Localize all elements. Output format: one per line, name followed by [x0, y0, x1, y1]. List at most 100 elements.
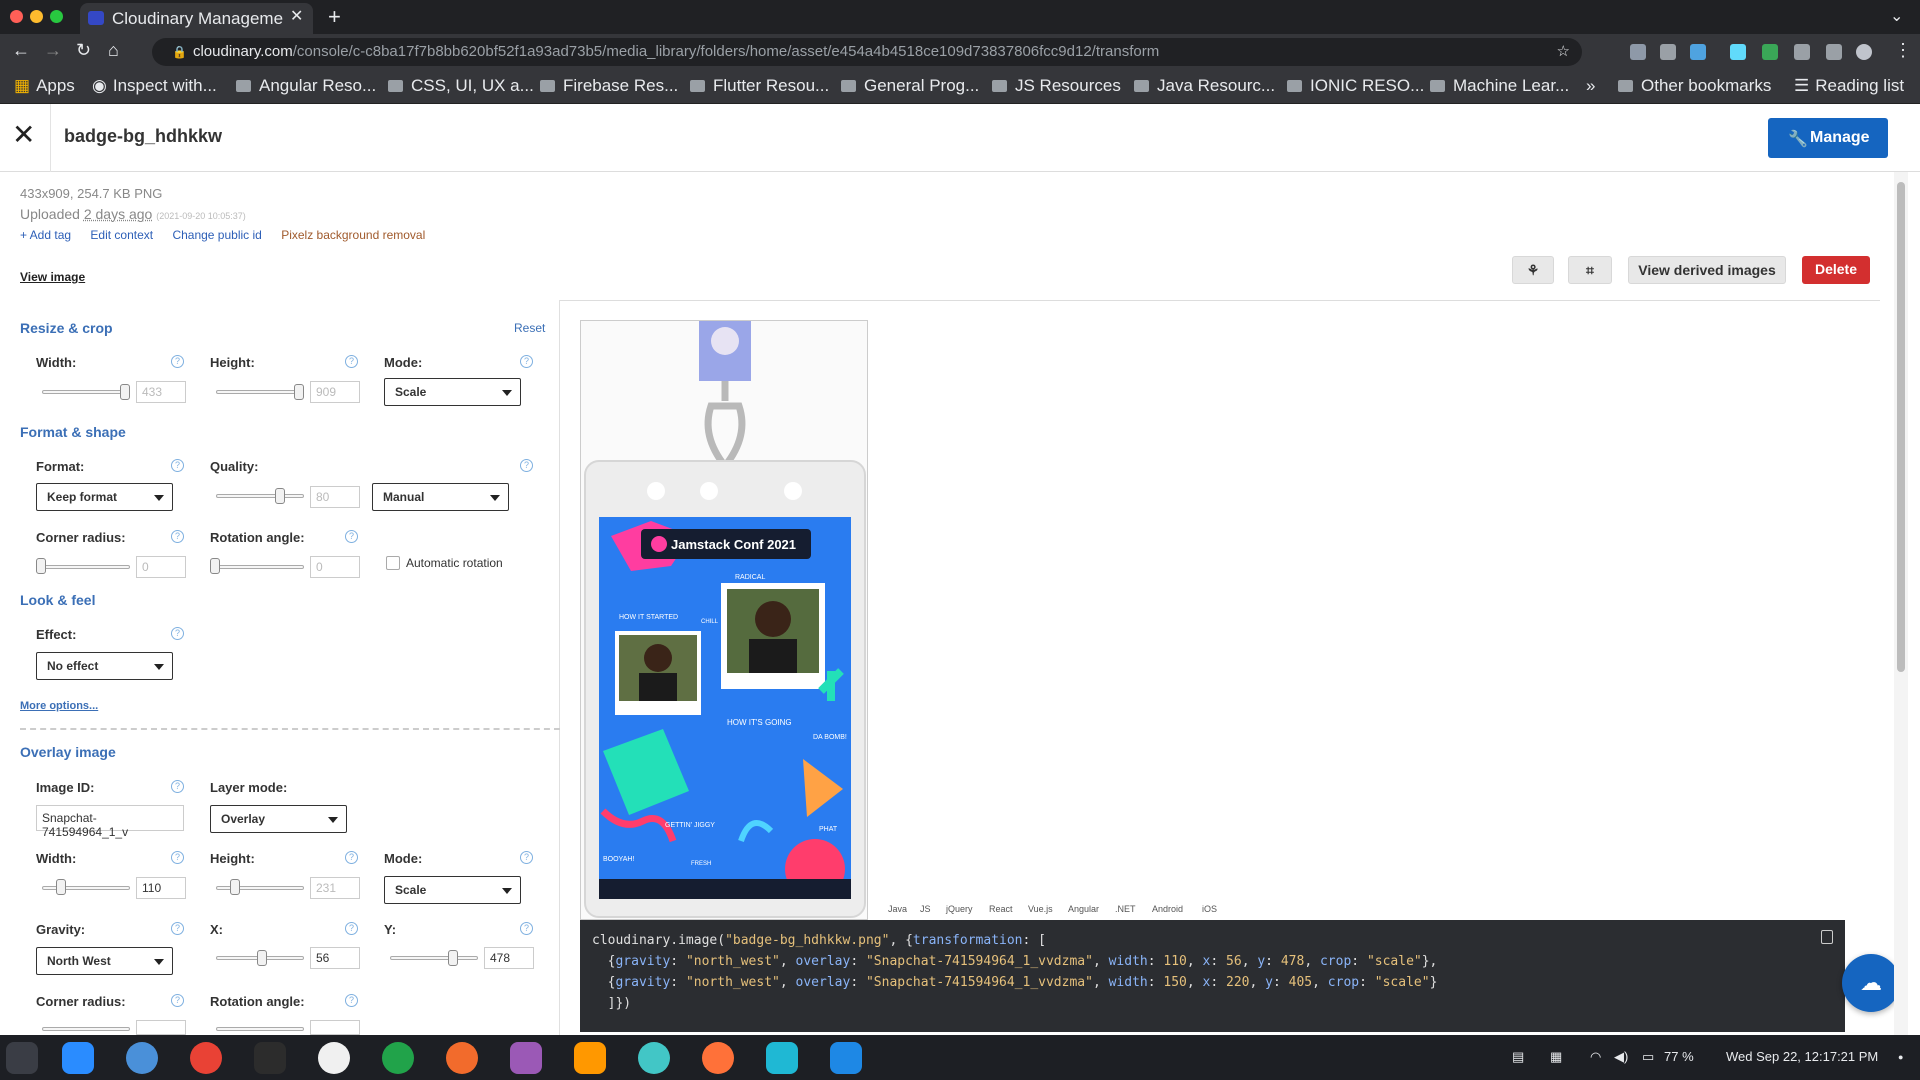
overlay-height-slider-handle[interactable] — [230, 879, 240, 895]
mail-icon[interactable] — [638, 1042, 670, 1074]
tab-search-icon[interactable]: ⌄ — [1890, 6, 1903, 26]
tab-vue[interactable]: Vue.js — [1028, 904, 1053, 914]
gravity-select[interactable]: North West — [36, 947, 173, 975]
quality-slider-handle[interactable] — [275, 488, 285, 504]
app-store-icon[interactable] — [62, 1042, 94, 1074]
width-slider-handle[interactable] — [120, 384, 130, 400]
battery-icon[interactable]: ▭ — [1642, 1049, 1654, 1065]
scrollbar-thumb[interactable] — [1897, 182, 1905, 672]
tab-android[interactable]: Android — [1152, 904, 1183, 914]
help-icon[interactable]: ? — [345, 922, 358, 935]
help-icon[interactable]: ? — [171, 994, 184, 1007]
help-icon[interactable]: ? — [345, 355, 358, 368]
bookmark-apps[interactable]: ▦ Apps — [14, 76, 75, 96]
height-input[interactable]: 909 — [310, 381, 360, 403]
overlay-rotation-slider[interactable] — [216, 1027, 304, 1031]
bookmark-folder[interactable]: JS Resources — [992, 76, 1121, 96]
tab-dotnet[interactable]: .NET — [1115, 904, 1136, 914]
pixelz-link[interactable]: Pixelz background removal — [281, 228, 425, 242]
screenshot-extension-icon[interactable] — [1660, 44, 1676, 60]
chrome-icon[interactable] — [190, 1042, 222, 1074]
wifi-icon[interactable]: ◠ — [1590, 1049, 1601, 1065]
bookmark-inspect[interactable]: ◉ Inspect with... — [92, 76, 217, 96]
height-slider-handle[interactable] — [294, 384, 304, 400]
crop-button[interactable]: ⌗ — [1568, 256, 1612, 284]
volume-icon[interactable]: ◀) — [1614, 1049, 1628, 1065]
help-icon[interactable]: ? — [171, 355, 184, 368]
overlay-height-input[interactable]: 231 — [310, 877, 360, 899]
launcher-icon[interactable] — [6, 1042, 38, 1074]
writer-icon[interactable] — [318, 1042, 350, 1074]
format-select[interactable]: Keep format — [36, 483, 173, 511]
overlay-rotation-input[interactable] — [310, 1020, 360, 1035]
change-public-id-link[interactable]: Change public id — [172, 228, 261, 242]
reading-queue-icon[interactable] — [1826, 44, 1842, 60]
bookmark-folder[interactable]: General Prog... — [841, 76, 979, 96]
overlay-mode-select[interactable]: Scale — [384, 876, 521, 904]
cloud-upload-fab[interactable]: ☁ — [1842, 954, 1900, 1012]
profile-avatar-icon[interactable] — [1856, 44, 1872, 60]
help-icon[interactable]: ? — [171, 922, 184, 935]
copy-icon[interactable] — [1821, 930, 1833, 944]
clipboard-icon[interactable]: ▤ — [1512, 1049, 1524, 1065]
tab-react[interactable]: React — [989, 904, 1013, 914]
react-devtools-icon[interactable] — [1730, 44, 1746, 60]
tab-angular[interactable]: Angular — [1068, 904, 1099, 914]
add-tag-link[interactable]: + Add tag — [20, 228, 71, 242]
x-slider-handle[interactable] — [257, 950, 267, 966]
help-icon[interactable]: ? — [345, 994, 358, 1007]
pocket-extension-icon[interactable] — [1630, 44, 1646, 60]
bookmark-folder[interactable]: CSS, UI, UX a... — [388, 76, 534, 96]
reset-link[interactable]: Reset — [514, 321, 545, 335]
overlay-corner-input[interactable] — [136, 1020, 186, 1035]
help-icon[interactable]: ? — [345, 530, 358, 543]
x-input[interactable]: 56 — [310, 947, 360, 969]
browser-tab[interactable]: Cloudinary Manageme — [80, 3, 313, 34]
bookmark-folder[interactable]: IONIC RESO... — [1287, 76, 1424, 96]
clock[interactable]: Wed Sep 22, 12:17:21 PM — [1726, 1049, 1878, 1064]
bookmark-star-icon[interactable]: ☆ — [1557, 42, 1570, 60]
more-options-link[interactable]: More options... — [20, 700, 98, 712]
help-icon[interactable]: ? — [520, 851, 533, 864]
close-tab-icon[interactable]: ✕ — [290, 6, 303, 26]
corner-radius-slider[interactable] — [42, 565, 130, 569]
more-bookmarks-button[interactable]: » — [1586, 76, 1595, 96]
manage-button[interactable]: 🔧 Manage — [1768, 118, 1888, 158]
help-icon[interactable]: ? — [171, 459, 184, 472]
image-id-input[interactable]: Snapchat-741594964_1_v — [36, 805, 184, 839]
help-icon[interactable]: ? — [520, 922, 533, 935]
finder-icon[interactable] — [126, 1042, 158, 1074]
minimize-window-button[interactable] — [30, 10, 43, 23]
view-image-link[interactable]: View image — [20, 270, 85, 284]
reading-list[interactable]: ☰ Reading list — [1794, 76, 1904, 96]
mongodb-icon[interactable] — [382, 1042, 414, 1074]
view-derived-images-button[interactable]: View derived images — [1628, 256, 1786, 284]
extension-icon[interactable] — [1690, 44, 1706, 60]
tab-js[interactable]: JS — [920, 904, 931, 914]
y-input[interactable]: 478 — [484, 947, 534, 969]
extension-badge-icon[interactable] — [1762, 44, 1778, 60]
mode-select[interactable]: Scale — [384, 378, 521, 406]
rotation-slider[interactable] — [216, 565, 304, 569]
rotation-input[interactable]: 0 — [310, 556, 360, 578]
effect-select[interactable]: No effect — [36, 652, 173, 680]
bookmark-folder[interactable]: Firebase Res... — [540, 76, 678, 96]
reload-icon[interactable]: ↻ — [76, 40, 91, 61]
tab-jquery[interactable]: jQuery — [946, 904, 973, 914]
edit-context-link[interactable]: Edit context — [90, 228, 153, 242]
help-icon[interactable]: ? — [520, 355, 533, 368]
award-button[interactable]: ⚘ — [1512, 256, 1554, 284]
extensions-puzzle-icon[interactable] — [1794, 44, 1810, 60]
home-icon[interactable]: ⌂ — [108, 40, 119, 61]
layer-mode-select[interactable]: Overlay — [210, 805, 347, 833]
delete-button[interactable]: Delete — [1802, 256, 1870, 284]
quality-slider[interactable] — [216, 494, 304, 498]
bookmark-folder[interactable]: Java Resourc... — [1134, 76, 1275, 96]
terminal-icon[interactable] — [254, 1042, 286, 1074]
quality-mode-select[interactable]: Manual — [372, 483, 509, 511]
url-field[interactable]: 🔒 cloudinary.com/console/c-c8ba17f7b8bb62… — [152, 38, 1582, 66]
help-icon[interactable]: ? — [520, 459, 533, 472]
bookmark-folder[interactable]: Flutter Resou... — [690, 76, 829, 96]
help-icon[interactable]: ? — [171, 780, 184, 793]
overlay-width-slider-handle[interactable] — [56, 879, 66, 895]
